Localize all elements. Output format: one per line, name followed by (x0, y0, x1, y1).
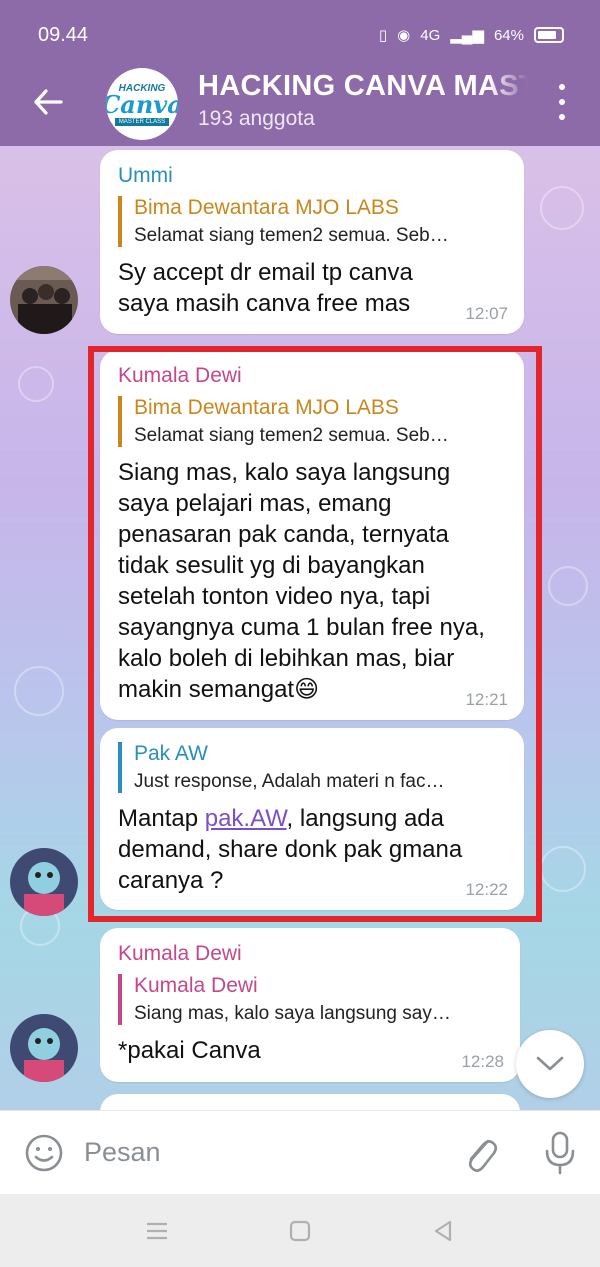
message-bubble[interactable]: Kumala Dewi Bima Dewantara MJO LABS Sela… (100, 350, 524, 720)
message-text: *pakai Canva (118, 1037, 261, 1064)
home-icon[interactable] (285, 1216, 315, 1246)
reply-sender: Bima Dewantara MJO LABS (134, 196, 399, 219)
vibrate-icon: ▯ (378, 27, 388, 44)
chat-title: HACKING CANVA MASTER CLASS (198, 70, 528, 102)
message-bubble[interactable]: Pak AW Just response, Adalah materi n fa… (100, 728, 524, 910)
smiley-icon[interactable] (24, 1133, 64, 1173)
back-icon[interactable] (28, 82, 68, 122)
status-time: 09.44 (38, 23, 89, 46)
message-text: Siang mas, kalo saya langsung saya pelaj… (118, 459, 485, 703)
message-bubble[interactable]: Ummi Bima Dewantara MJO LABS Selamat sia… (100, 150, 524, 334)
message-time: 12:07 (465, 304, 508, 323)
reply-text: Siang mas, kalo saya langsung say… (134, 1003, 451, 1024)
chat-area[interactable]: Ummi Bima Dewantara MJO LABS Selamat sia… (0, 146, 600, 1110)
back-nav-icon[interactable] (428, 1216, 458, 1246)
chat-header: HACKING Canva MASTER CLASS HACKING CANVA… (0, 64, 600, 146)
microphone-icon[interactable] (540, 1129, 580, 1177)
reply-quote[interactable]: Kumala Dewi Siang mas, kalo saya langsun… (118, 974, 502, 1025)
location-icon: ◉ (397, 27, 411, 44)
scroll-down-button[interactable] (516, 1030, 584, 1098)
status-icons: ▯ ◉ 4G ▂▄▆ 64% (379, 26, 564, 44)
chat-title-block[interactable]: HACKING CANVA MASTER CLASS 193 anggota (198, 70, 528, 131)
user-avatar[interactable] (10, 848, 78, 916)
avatar-text-main: Canva (106, 89, 178, 119)
message-text-part: Mantap (118, 805, 205, 832)
member-count: 193 anggota (198, 107, 315, 130)
paperclip-icon[interactable] (460, 1131, 500, 1175)
reply-sender: Bima Dewantara MJO LABS (134, 396, 399, 419)
more-options-icon[interactable] (552, 84, 572, 120)
reply-text: Just response, Adalah materi n fac… (134, 771, 445, 792)
message-sender: Kumala Dewi (118, 364, 242, 387)
reply-quote[interactable]: Pak AW Just response, Adalah materi n fa… (118, 742, 506, 793)
user-avatar[interactable] (10, 1014, 78, 1082)
app-header: 09.44 ▯ ◉ 4G ▂▄▆ 64% HACKING Canva MASTE… (0, 0, 600, 146)
battery-label: 64% (493, 26, 524, 44)
message-input[interactable]: Pesan (84, 1137, 161, 1168)
reply-quote[interactable]: Bima Dewantara MJO LABS Selamat siang te… (118, 196, 506, 247)
background-doodle (540, 846, 586, 892)
reply-text: Selamat siang temen2 semua. Seb… (134, 425, 449, 446)
reply-text: Selamat siang temen2 semua. Seb… (134, 225, 449, 246)
mention-link[interactable]: pak.AW (205, 805, 287, 832)
message-bubble-partial[interactable] (100, 1094, 520, 1110)
user-avatar[interactable] (10, 266, 78, 334)
message-time: 12:28 (461, 1052, 504, 1071)
reply-sender: Pak AW (134, 742, 208, 765)
message-sender: Ummi (118, 164, 173, 187)
background-doodle (540, 186, 584, 230)
background-doodle (18, 366, 54, 402)
message-input-bar: Pesan (0, 1110, 600, 1194)
message-bubble[interactable]: Kumala Dewi Kumala Dewi Siang mas, kalo … (100, 928, 520, 1082)
reply-sender: Kumala Dewi (134, 974, 258, 997)
signal-icon: ▂▄▆ (450, 27, 484, 44)
group-avatar[interactable]: HACKING Canva MASTER CLASS (106, 68, 178, 140)
status-bar: 09.44 ▯ ◉ 4G ▂▄▆ 64% (0, 0, 600, 70)
system-navigation-bar (0, 1194, 600, 1267)
message-text: Sy accept dr email tp canva saya masih c… (118, 259, 413, 317)
battery-icon (534, 27, 564, 43)
chevron-down-icon (536, 1056, 564, 1071)
background-doodle (548, 566, 588, 606)
message-time: 12:22 (465, 880, 508, 899)
message-text: Mantap pak.AW, langsung ada demand, shar… (118, 803, 478, 896)
reply-quote[interactable]: Bima Dewantara MJO LABS Selamat siang te… (118, 396, 506, 447)
message-sender: Kumala Dewi (118, 942, 242, 965)
menu-icon[interactable] (142, 1216, 172, 1246)
avatar-text-bottom: MASTER CLASS (114, 117, 170, 126)
background-doodle (14, 666, 64, 716)
message-time: 12:21 (465, 690, 508, 709)
network-label: 4G (420, 26, 441, 44)
